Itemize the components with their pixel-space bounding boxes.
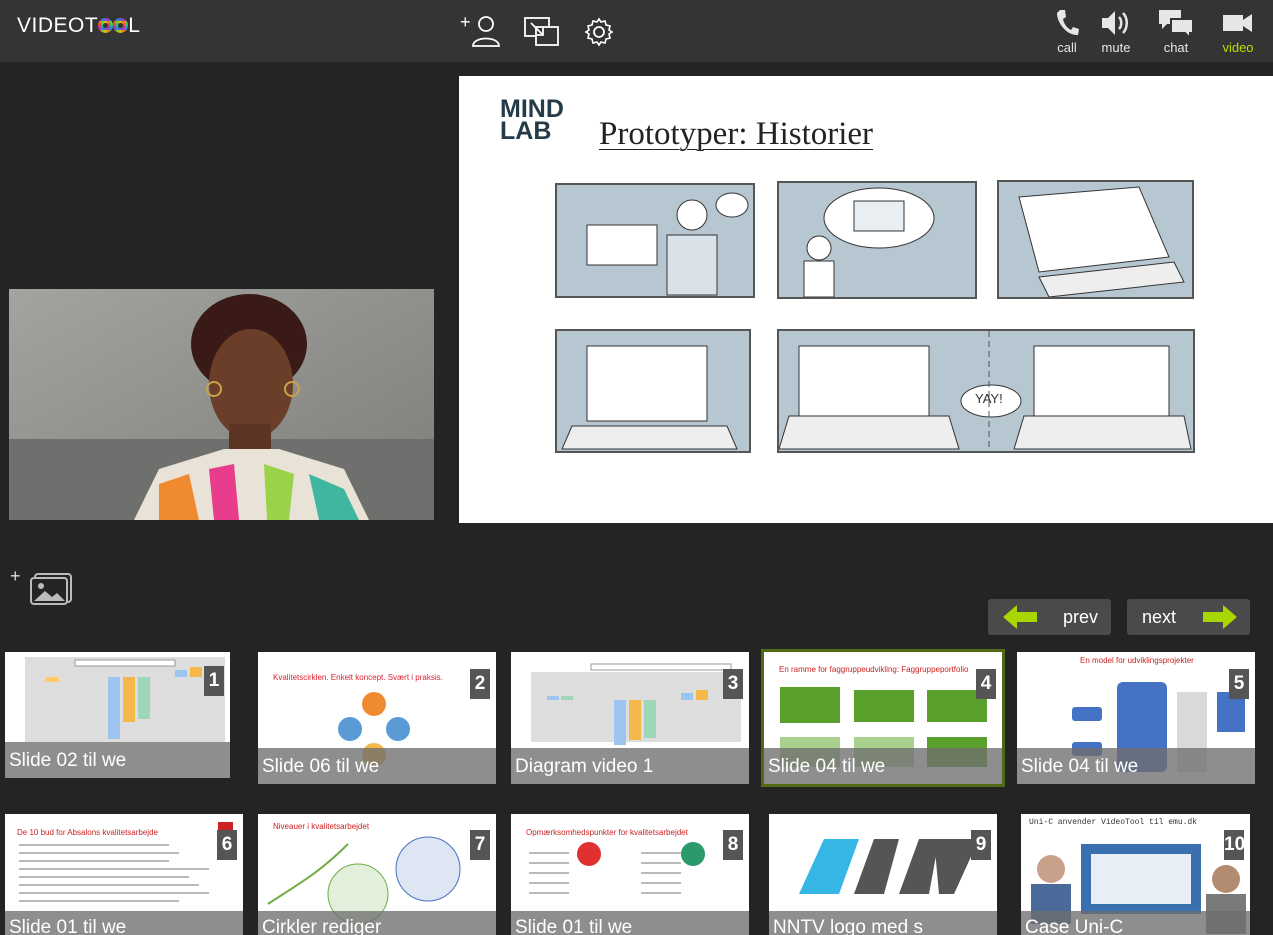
mindlab-logo: MIND LAB [500, 95, 564, 145]
slide-number: 3 [723, 669, 743, 699]
slide-thumbnail-4[interactable]: En ramme for faggruppeudvikling: Faggrup… [761, 649, 1005, 787]
slide-number: 1 [204, 666, 224, 696]
phone-icon [1057, 10, 1079, 36]
speaker-icon [1102, 11, 1128, 35]
slide-caption: Diagram video 1 [511, 748, 749, 784]
share-screen-icon[interactable] [524, 14, 560, 48]
slide-heading: Kvalitetscirklen. Enkelt koncept. Svært … [273, 673, 443, 682]
slide-number: 4 [976, 669, 996, 699]
logo-ring-icon [98, 18, 114, 33]
settings-gear-icon[interactable] [584, 14, 620, 48]
add-media-button[interactable]: + [10, 566, 76, 606]
slide-caption: Case Uni-C [1021, 911, 1250, 935]
slide-caption: Slide 01 til we [5, 911, 243, 935]
slide-caption: Slide 04 til we [1017, 748, 1255, 784]
arrow-left-icon [1003, 605, 1037, 629]
slide-number: 8 [723, 830, 743, 860]
slide-thumbnail-10[interactable]: Uni-C anvender VideoTool til emu.dk 10 C… [1021, 814, 1250, 935]
arrow-right-icon [1203, 605, 1237, 629]
slide-caption: Cirkler rediger [258, 911, 496, 935]
slide-thumbnail-8[interactable]: Opmærksomhedspunkter for kvalitetsarbejd… [511, 814, 749, 935]
svg-text:+: + [460, 14, 471, 32]
chat-button[interactable]: chat [1151, 8, 1201, 58]
slide-number: 6 [217, 830, 237, 860]
mute-button[interactable]: mute [1091, 8, 1141, 58]
slide-heading: Opmærksomhedspunkter for kvalitetsarbejd… [526, 828, 688, 837]
slide-heading: Niveauer i kvalitetsarbejdet [273, 822, 370, 831]
slide-title: Prototyper: Historier [599, 116, 874, 152]
comic-panel: YAY! [777, 329, 1195, 453]
top-bar: VIDEOT L + call mute chat video [0, 0, 1273, 62]
slide-thumbnail-9[interactable]: 9 NNTV logo med s [769, 814, 997, 935]
slide-number: 9 [971, 830, 991, 860]
call-button[interactable]: call [1042, 8, 1092, 58]
slide-heading: En ramme for faggruppeudvikling: Faggrup… [779, 665, 969, 674]
speech-bubble-text: YAY! [975, 391, 1003, 406]
comic-panel [555, 183, 755, 298]
slide-caption: Slide 02 til we [5, 742, 230, 778]
slide-thumbnail-7[interactable]: Niveauer i kvalitetsarbejdet 7 Cirkler r… [258, 814, 496, 935]
slide-heading: En model for udviklingsprojekter [1080, 656, 1194, 665]
slide-number: 7 [470, 830, 490, 860]
slide-heading: Uni-C anvender VideoTool til emu.dk [1029, 818, 1198, 827]
next-button[interactable]: next [1127, 599, 1250, 635]
slide-thumbnail-1[interactable]: 1 Slide 02 til we [5, 652, 230, 778]
videotool-logo: VIDEOT L [17, 14, 141, 37]
slide-number: 2 [470, 669, 490, 699]
slide-caption: Slide 06 til we [258, 748, 496, 784]
slide-caption: Slide 01 til we [511, 911, 749, 935]
add-image-icon: + [10, 566, 72, 605]
svg-text:+: + [10, 566, 21, 586]
slide-thumbnail-6[interactable]: De 10 bud for Absalons kvalitetsarbejde … [5, 814, 243, 935]
slide-thumbnail-3[interactable]: 3 Diagram video 1 [511, 652, 749, 784]
slide-caption: Slide 04 til we [764, 748, 1002, 784]
slide-number: 5 [1229, 669, 1249, 699]
presentation-slide: MIND LAB Prototyper: Historier YAY! [459, 76, 1273, 523]
video-camera-icon [1223, 14, 1252, 32]
webcam-video [9, 289, 434, 520]
video-button[interactable]: video [1213, 8, 1263, 58]
comic-panel [555, 329, 751, 453]
slide-caption: NNTV logo med s [769, 911, 997, 935]
slide-thumbnail-2[interactable]: Kvalitetscirklen. Enkelt koncept. Svært … [258, 652, 496, 784]
comic-panel [777, 181, 977, 299]
prev-button[interactable]: prev [988, 599, 1111, 635]
comic-panel [997, 180, 1194, 299]
logo-ring-icon [113, 18, 129, 33]
slide-heading: De 10 bud for Absalons kvalitetsarbejde [17, 828, 158, 837]
chat-bubbles-icon [1159, 10, 1194, 40]
slide-thumbnail-5[interactable]: En model for udviklingsprojekter 5 Slide… [1017, 652, 1255, 784]
slide-number: 10 [1224, 830, 1245, 860]
add-participant-icon[interactable]: + [460, 12, 500, 48]
